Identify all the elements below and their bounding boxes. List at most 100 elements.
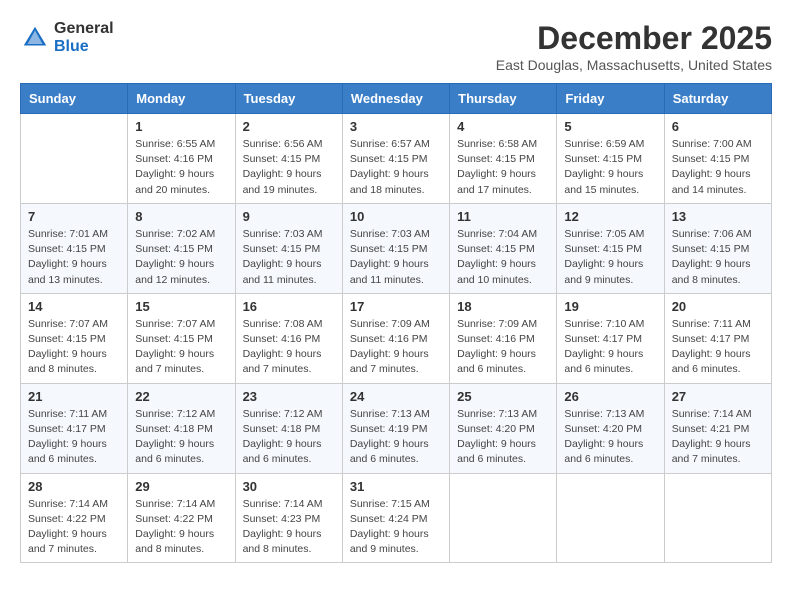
calendar-cell: 16Sunrise: 7:08 AM Sunset: 4:16 PM Dayli… xyxy=(235,293,342,383)
logo-icon xyxy=(20,23,50,53)
day-number: 4 xyxy=(457,119,549,134)
month-title: December 2025 xyxy=(496,20,772,57)
day-number: 15 xyxy=(135,299,227,314)
day-number: 8 xyxy=(135,209,227,224)
calendar-cell: 15Sunrise: 7:07 AM Sunset: 4:15 PM Dayli… xyxy=(128,293,235,383)
day-number: 13 xyxy=(672,209,764,224)
day-number: 26 xyxy=(564,389,656,404)
calendar-cell: 11 Sunrise: 7:04 AM Sunset: 4:15 PM Dayli… xyxy=(450,203,557,293)
day-info: Sunrise: 7:07 AM Sunset: 4:15 PM Dayligh… xyxy=(28,317,120,378)
calendar-cell: 2 Sunrise: 6:56 AM Sunset: 4:15 PM Daylig… xyxy=(235,114,342,204)
calendar-cell: 19 Sunrise: 7:10 AM Sunset: 4:17 PM Dayli… xyxy=(557,293,664,383)
day-number: 10 xyxy=(350,209,442,224)
day-info: Sunrise: 7:13 AM Sunset: 4:19 PM Dayligh… xyxy=(350,407,442,468)
day-info: Sunrise: 7:06 AM Sunset: 4:15 PM Dayligh… xyxy=(672,227,764,288)
day-info: Sunrise: 6:56 AM Sunset: 4:15 PM Dayligh… xyxy=(243,137,335,198)
day-number: 1 xyxy=(135,119,227,134)
day-info: Sunrise: 7:14 AM Sunset: 4:22 PM Dayligh… xyxy=(135,497,227,558)
calendar-cell: 27 Sunrise: 7:14 AM Sunset: 4:21 PM Dayli… xyxy=(664,383,771,473)
calendar-day-header: Thursday xyxy=(450,84,557,114)
day-number: 9 xyxy=(243,209,335,224)
day-number: 29 xyxy=(135,479,227,494)
logo: General Blue xyxy=(20,20,114,55)
calendar-cell: 22Sunrise: 7:12 AM Sunset: 4:18 PM Dayli… xyxy=(128,383,235,473)
day-number: 27 xyxy=(672,389,764,404)
day-number: 3 xyxy=(350,119,442,134)
day-info: Sunrise: 7:11 AM Sunset: 4:17 PM Dayligh… xyxy=(28,407,120,468)
calendar-day-header: Wednesday xyxy=(342,84,449,114)
calendar-cell: 30Sunrise: 7:14 AM Sunset: 4:23 PM Dayli… xyxy=(235,473,342,563)
day-info: Sunrise: 7:03 AM Sunset: 4:15 PM Dayligh… xyxy=(243,227,335,288)
calendar-cell: 6Sunrise: 7:00 AM Sunset: 4:15 PM Daylig… xyxy=(664,114,771,204)
day-number: 30 xyxy=(243,479,335,494)
calendar-cell xyxy=(557,473,664,563)
day-info: Sunrise: 7:11 AM Sunset: 4:17 PM Dayligh… xyxy=(672,317,764,378)
calendar-cell: 31Sunrise: 7:15 AM Sunset: 4:24 PM Dayli… xyxy=(342,473,449,563)
day-info: Sunrise: 6:55 AM Sunset: 4:16 PM Dayligh… xyxy=(135,137,227,198)
day-info: Sunrise: 7:03 AM Sunset: 4:15 PM Dayligh… xyxy=(350,227,442,288)
day-info: Sunrise: 7:12 AM Sunset: 4:18 PM Dayligh… xyxy=(243,407,335,468)
day-number: 17 xyxy=(350,299,442,314)
calendar-cell: 1 Sunrise: 6:55 AM Sunset: 4:16 PM Daylig… xyxy=(128,114,235,204)
calendar-cell: 26 Sunrise: 7:13 AM Sunset: 4:20 PM Dayli… xyxy=(557,383,664,473)
logo-general-text: General xyxy=(54,20,114,38)
calendar-week-row: 14 Sunrise: 7:07 AM Sunset: 4:15 PM Dayli… xyxy=(21,293,772,383)
day-info: Sunrise: 7:12 AM Sunset: 4:18 PM Dayligh… xyxy=(135,407,227,468)
calendar-cell: 18Sunrise: 7:09 AM Sunset: 4:16 PM Dayli… xyxy=(450,293,557,383)
calendar-week-row: 21 Sunrise: 7:11 AM Sunset: 4:17 PM Dayli… xyxy=(21,383,772,473)
calendar-cell: 25 Sunrise: 7:13 AM Sunset: 4:20 PM Dayli… xyxy=(450,383,557,473)
calendar-cell: 24 Sunrise: 7:13 AM Sunset: 4:19 PM Dayli… xyxy=(342,383,449,473)
calendar: SundayMondayTuesdayWednesdayThursdayFrid… xyxy=(20,83,772,563)
day-number: 7 xyxy=(28,209,120,224)
calendar-week-row: 1 Sunrise: 6:55 AM Sunset: 4:16 PM Daylig… xyxy=(21,114,772,204)
calendar-day-header: Sunday xyxy=(21,84,128,114)
day-info: Sunrise: 7:08 AM Sunset: 4:16 PM Dayligh… xyxy=(243,317,335,378)
calendar-cell: 3 Sunrise: 6:57 AM Sunset: 4:15 PM Daylig… xyxy=(342,114,449,204)
calendar-day-header: Tuesday xyxy=(235,84,342,114)
day-info: Sunrise: 7:13 AM Sunset: 4:20 PM Dayligh… xyxy=(457,407,549,468)
day-info: Sunrise: 7:13 AM Sunset: 4:20 PM Dayligh… xyxy=(564,407,656,468)
day-number: 19 xyxy=(564,299,656,314)
calendar-cell xyxy=(450,473,557,563)
calendar-cell: 17 Sunrise: 7:09 AM Sunset: 4:16 PM Dayli… xyxy=(342,293,449,383)
day-info: Sunrise: 7:02 AM Sunset: 4:15 PM Dayligh… xyxy=(135,227,227,288)
calendar-cell: 5Sunrise: 6:59 AM Sunset: 4:15 PM Daylig… xyxy=(557,114,664,204)
day-info: Sunrise: 7:15 AM Sunset: 4:24 PM Dayligh… xyxy=(350,497,442,558)
day-info: Sunrise: 7:05 AM Sunset: 4:15 PM Dayligh… xyxy=(564,227,656,288)
day-info: Sunrise: 6:59 AM Sunset: 4:15 PM Dayligh… xyxy=(564,137,656,198)
title-area: December 2025 East Douglas, Massachusett… xyxy=(496,20,772,73)
calendar-cell: 8 Sunrise: 7:02 AM Sunset: 4:15 PM Daylig… xyxy=(128,203,235,293)
day-number: 28 xyxy=(28,479,120,494)
day-number: 11 xyxy=(457,209,549,224)
calendar-cell: 12Sunrise: 7:05 AM Sunset: 4:15 PM Dayli… xyxy=(557,203,664,293)
day-info: Sunrise: 7:10 AM Sunset: 4:17 PM Dayligh… xyxy=(564,317,656,378)
logo-blue-text: Blue xyxy=(54,38,114,56)
header: General Blue December 2025 East Douglas,… xyxy=(20,20,772,73)
calendar-header-row: SundayMondayTuesdayWednesdayThursdayFrid… xyxy=(21,84,772,114)
calendar-cell: 14 Sunrise: 7:07 AM Sunset: 4:15 PM Dayli… xyxy=(21,293,128,383)
calendar-cell xyxy=(664,473,771,563)
day-info: Sunrise: 7:04 AM Sunset: 4:15 PM Dayligh… xyxy=(457,227,549,288)
calendar-cell: 28 Sunrise: 7:14 AM Sunset: 4:22 PM Dayli… xyxy=(21,473,128,563)
day-number: 25 xyxy=(457,389,549,404)
calendar-week-row: 7Sunrise: 7:01 AM Sunset: 4:15 PM Daylig… xyxy=(21,203,772,293)
day-number: 14 xyxy=(28,299,120,314)
day-info: Sunrise: 7:09 AM Sunset: 4:16 PM Dayligh… xyxy=(350,317,442,378)
calendar-day-header: Saturday xyxy=(664,84,771,114)
day-number: 2 xyxy=(243,119,335,134)
calendar-cell xyxy=(21,114,128,204)
calendar-cell: 21 Sunrise: 7:11 AM Sunset: 4:17 PM Dayli… xyxy=(21,383,128,473)
day-info: Sunrise: 6:57 AM Sunset: 4:15 PM Dayligh… xyxy=(350,137,442,198)
calendar-cell: 29 Sunrise: 7:14 AM Sunset: 4:22 PM Dayli… xyxy=(128,473,235,563)
day-info: Sunrise: 7:14 AM Sunset: 4:21 PM Dayligh… xyxy=(672,407,764,468)
day-number: 21 xyxy=(28,389,120,404)
day-number: 20 xyxy=(672,299,764,314)
calendar-cell: 4Sunrise: 6:58 AM Sunset: 4:15 PM Daylig… xyxy=(450,114,557,204)
calendar-week-row: 28 Sunrise: 7:14 AM Sunset: 4:22 PM Dayli… xyxy=(21,473,772,563)
calendar-cell: 9 Sunrise: 7:03 AM Sunset: 4:15 PM Daylig… xyxy=(235,203,342,293)
day-number: 24 xyxy=(350,389,442,404)
logo-text: General Blue xyxy=(54,20,114,55)
day-info: Sunrise: 7:14 AM Sunset: 4:22 PM Dayligh… xyxy=(28,497,120,558)
day-number: 6 xyxy=(672,119,764,134)
calendar-cell: 20 Sunrise: 7:11 AM Sunset: 4:17 PM Dayli… xyxy=(664,293,771,383)
